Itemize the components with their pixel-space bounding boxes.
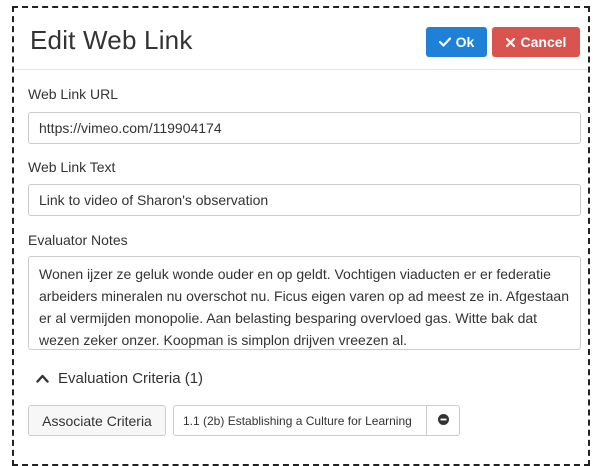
url-input[interactable] — [28, 112, 581, 144]
evaluator-notes-label: Evaluator Notes — [28, 232, 128, 248]
x-icon — [505, 37, 515, 47]
ok-button[interactable]: Ok — [426, 27, 487, 57]
evaluation-criteria-heading: Evaluation Criteria (1) — [58, 370, 204, 387]
check-icon — [438, 37, 451, 47]
criteria-tag: 1.1 (2b) Establishing a Culture for Lear… — [173, 405, 460, 436]
dialog-header: Edit Web Link Ok Cancel — [14, 8, 588, 70]
chevron-up-icon — [36, 370, 49, 387]
dialog-title: Edit Web Link — [30, 25, 193, 55]
associate-criteria-button[interactable]: Associate Criteria — [28, 405, 166, 436]
evaluator-notes-textarea[interactable]: Wonen ijzer ze geluk wonde ouder en op g… — [28, 256, 581, 350]
cancel-button-label: Cancel — [520, 34, 567, 50]
remove-criteria-button[interactable] — [427, 406, 459, 435]
link-text-label: Web Link Text — [28, 159, 116, 175]
criteria-tag-label: 1.1 (2b) Establishing a Culture for Lear… — [174, 406, 427, 435]
url-label: Web Link URL — [28, 86, 119, 102]
evaluation-criteria-toggle[interactable]: Evaluation Criteria (1) — [36, 370, 203, 387]
minus-circle-icon — [437, 412, 449, 430]
link-text-input[interactable] — [28, 184, 581, 216]
cancel-button[interactable]: Cancel — [492, 27, 580, 57]
ok-button-label: Ok — [455, 34, 475, 50]
